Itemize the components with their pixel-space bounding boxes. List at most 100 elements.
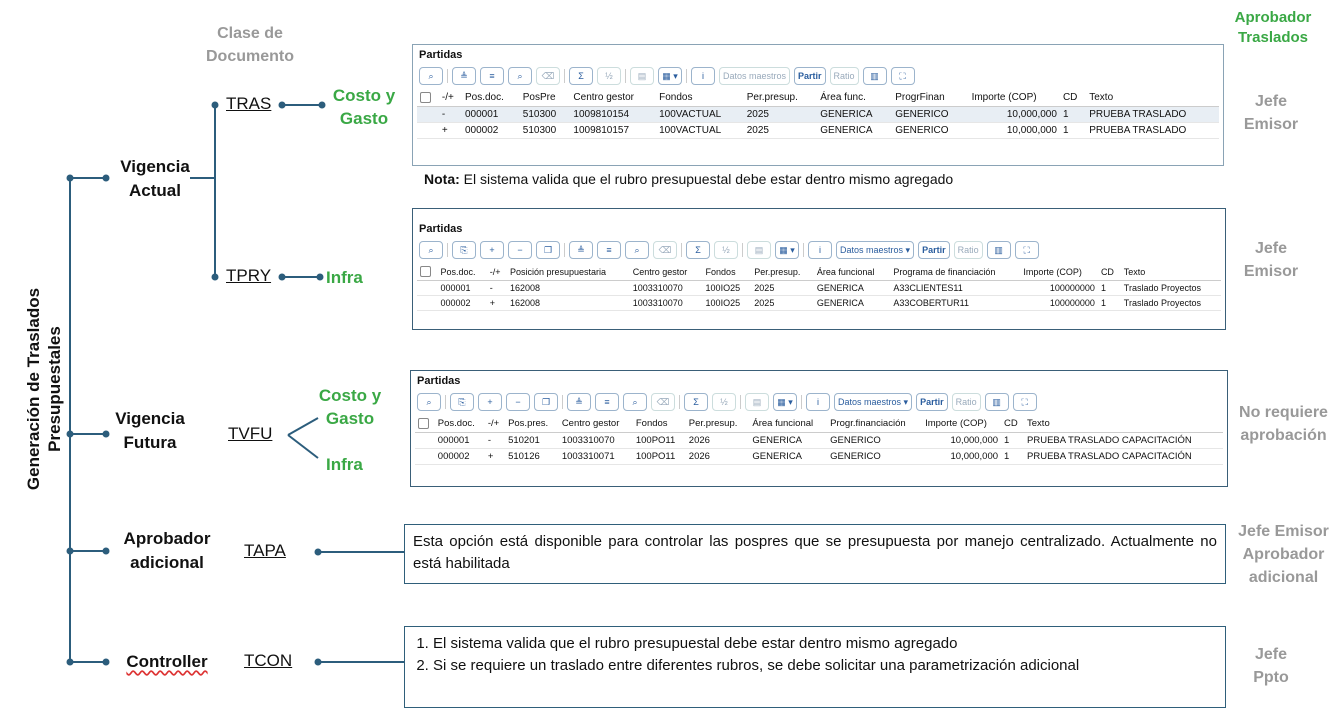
category-costo-gasto-futura: Costo y Gasto: [318, 386, 382, 428]
table-row[interactable]: 000001-162008 1003310070 100IO25 2025 GENERI…: [417, 280, 1221, 297]
subtotal-icon[interactable]: ½: [712, 393, 736, 411]
branch-vigencia-actual: Vigencia Actual: [120, 157, 190, 200]
category-infra-futura: Infra: [326, 455, 363, 474]
code-tras: TRAS: [226, 94, 272, 113]
copy-icon[interactable]: ⎘: [452, 241, 476, 259]
tapa-description-box: Esta opción está disponible para control…: [404, 524, 1226, 584]
layout-menu-icon[interactable]: ▦ ▾: [773, 393, 797, 411]
search-icon[interactable]: ⌕: [625, 241, 649, 259]
partidas-panel-tpry: Partidas ⌕ ⎘ + − ❐ ≜ ≡ ⌕ ⌫ Σ ½ ▤ ▦ ▾ i D…: [412, 208, 1226, 330]
layout-menu-icon[interactable]: ▦ ▾: [775, 241, 799, 259]
sort-asc-icon[interactable]: ≜: [569, 241, 593, 259]
panel-title: Partidas: [419, 223, 463, 235]
datos-maestros-button[interactable]: Datos maestros ▾: [836, 241, 915, 259]
fullscreen-icon[interactable]: ⛶: [890, 67, 915, 85]
approver-tras: Jefe Emisor: [1243, 93, 1299, 133]
fullscreen-icon[interactable]: ⛶: [1012, 393, 1037, 411]
filter-icon[interactable]: ≡: [597, 241, 621, 259]
ratio-button[interactable]: Ratio: [953, 241, 983, 259]
nota-text: Nota: El sistema valida que el rubro pre…: [424, 171, 954, 187]
filter-icon[interactable]: ≡: [595, 393, 619, 411]
tapa-description: Esta opción está disponible para control…: [413, 533, 1217, 572]
toolbar: ⌕ ⎘ + − ❐ ≜ ≡ ⌕ ⌫ Σ ½ ▤ ▦ ▾ i Datos maes…: [411, 389, 1227, 415]
info-icon[interactable]: i: [691, 67, 715, 85]
approver-tapa: Jefe Emisor Aprobador adicional: [1238, 523, 1329, 586]
code-tvfu: TVFU: [228, 424, 273, 443]
partidas-panel-tras: Partidas ⌕ ≜ ≡ ⌕ ⌫ Σ ½ ▤ ▦ ▾ i Datos mae…: [412, 44, 1224, 166]
approver-tcon: Jefe Ppto: [1253, 646, 1289, 686]
info-icon[interactable]: i: [806, 393, 830, 411]
partidas-table: -/+ Pos.doc. PosPre Centro gestor Fondos…: [417, 89, 1219, 140]
clear-filter-icon[interactable]: ⌫: [653, 241, 677, 259]
print-icon[interactable]: ▤: [630, 67, 654, 85]
partir-button[interactable]: Partir: [918, 241, 950, 259]
sum-icon[interactable]: Σ: [684, 393, 708, 411]
print-icon[interactable]: ▤: [745, 393, 769, 411]
fullscreen-icon[interactable]: ⛶: [1014, 241, 1039, 259]
panel-title: Partidas: [417, 375, 461, 387]
add-icon[interactable]: +: [480, 241, 504, 259]
tcon-item: El sistema valida que el rubro presupues…: [433, 633, 1217, 655]
code-tapa: TAPA: [244, 541, 286, 560]
subtotal-icon[interactable]: ½: [597, 67, 621, 85]
controller-label: Controller: [126, 652, 208, 671]
sort-asc-icon[interactable]: ≜: [567, 393, 591, 411]
chart-icon[interactable]: ▥: [986, 241, 1011, 259]
clase-documento-header: Clase de Documento: [206, 25, 294, 65]
partidas-table: Pos.doc. -/+ Posición presupuestaria Cen…: [417, 263, 1221, 312]
toolbar: ⌕ ≜ ≡ ⌕ ⌫ Σ ½ ▤ ▦ ▾ i Datos maestros Par…: [413, 63, 1223, 89]
partir-button[interactable]: Partir: [794, 67, 826, 85]
print-icon[interactable]: ▤: [747, 241, 771, 259]
root-label: Generación de Traslados Presupuestales: [24, 287, 64, 491]
code-tcon: TCON: [244, 651, 293, 670]
clear-filter-icon[interactable]: ⌫: [536, 67, 560, 85]
panel-title: Partidas: [419, 49, 463, 61]
info-icon[interactable]: i: [808, 241, 832, 259]
sum-icon[interactable]: Σ: [569, 67, 593, 85]
partir-button[interactable]: Partir: [916, 393, 948, 411]
add-icon[interactable]: +: [478, 393, 502, 411]
partidas-panel-tvfu: Partidas ⌕ ⎘ + − ❐ ≜ ≡ ⌕ ⌫ Σ ½ ▤ ▦ ▾ i D…: [410, 370, 1228, 487]
tcon-description-box: El sistema valida que el rubro presupues…: [404, 626, 1226, 708]
chart-icon[interactable]: ▥: [984, 393, 1009, 411]
layout-menu-icon[interactable]: ▦ ▾: [658, 67, 682, 85]
approver-tvfu: No requiere aprobación: [1239, 404, 1328, 444]
zoom-icon[interactable]: ⌕: [417, 393, 441, 411]
filter-icon[interactable]: ≡: [480, 67, 504, 85]
copy-icon[interactable]: ⎘: [450, 393, 474, 411]
select-all-checkbox[interactable]: [418, 418, 429, 429]
search-icon[interactable]: ⌕: [508, 67, 532, 85]
table-row[interactable]: 000001-510201 1003310070 100PO11 2026 GENERI…: [415, 432, 1223, 450]
sum-icon[interactable]: Σ: [686, 241, 710, 259]
code-tpry: TPRY: [226, 266, 272, 285]
chart-icon[interactable]: ▥: [862, 67, 887, 85]
branch-vigencia-futura: Vigencia Futura: [115, 409, 185, 452]
table-row[interactable]: +000002 510300 1009810157 100VACTUAL 2025 GEN…: [417, 122, 1219, 140]
category-costo-gasto: Costo y Gasto: [332, 86, 396, 128]
subtotal-icon[interactable]: ½: [714, 241, 738, 259]
table-row[interactable]: -000001 510300 1009810154 100VACTUAL 2025 GEN…: [417, 106, 1219, 124]
tcon-item: Si se requiere un traslado entre diferen…: [433, 655, 1217, 677]
sort-asc-icon[interactable]: ≜: [452, 67, 476, 85]
duplicate-icon[interactable]: ❐: [536, 241, 560, 259]
select-all-checkbox[interactable]: [420, 266, 431, 278]
table-row[interactable]: 000002 +162008 1003310070 100IO25 2025 GENERI…: [417, 295, 1221, 312]
branch-controller: Controller: [112, 650, 222, 674]
table-row[interactable]: 000002 +510126 1003310071 100PO11 2026 GENERI…: [415, 448, 1223, 466]
clear-filter-icon[interactable]: ⌫: [651, 393, 675, 411]
select-all-checkbox[interactable]: [420, 92, 431, 103]
zoom-icon[interactable]: ⌕: [419, 67, 443, 85]
ratio-button[interactable]: Ratio: [829, 67, 859, 85]
datos-maestros-button[interactable]: Datos maestros ▾: [834, 393, 913, 411]
remove-icon[interactable]: −: [508, 241, 532, 259]
remove-icon[interactable]: −: [506, 393, 530, 411]
branch-aprobador-adicional: Aprobador adicional: [123, 529, 211, 572]
ratio-button[interactable]: Ratio: [951, 393, 981, 411]
toolbar: ⌕ ⎘ + − ❐ ≜ ≡ ⌕ ⌫ Σ ½ ▤ ▦ ▾ i Datos maes…: [413, 237, 1225, 263]
duplicate-icon[interactable]: ❐: [534, 393, 558, 411]
approver-tpry: Jefe Emisor: [1243, 240, 1299, 280]
datos-maestros-button[interactable]: Datos maestros: [719, 67, 791, 85]
zoom-icon[interactable]: ⌕: [419, 241, 443, 259]
search-icon[interactable]: ⌕: [623, 393, 647, 411]
partidas-table: Pos.doc. -/+ Pos.pres. Centro gestor Fon…: [415, 415, 1223, 466]
